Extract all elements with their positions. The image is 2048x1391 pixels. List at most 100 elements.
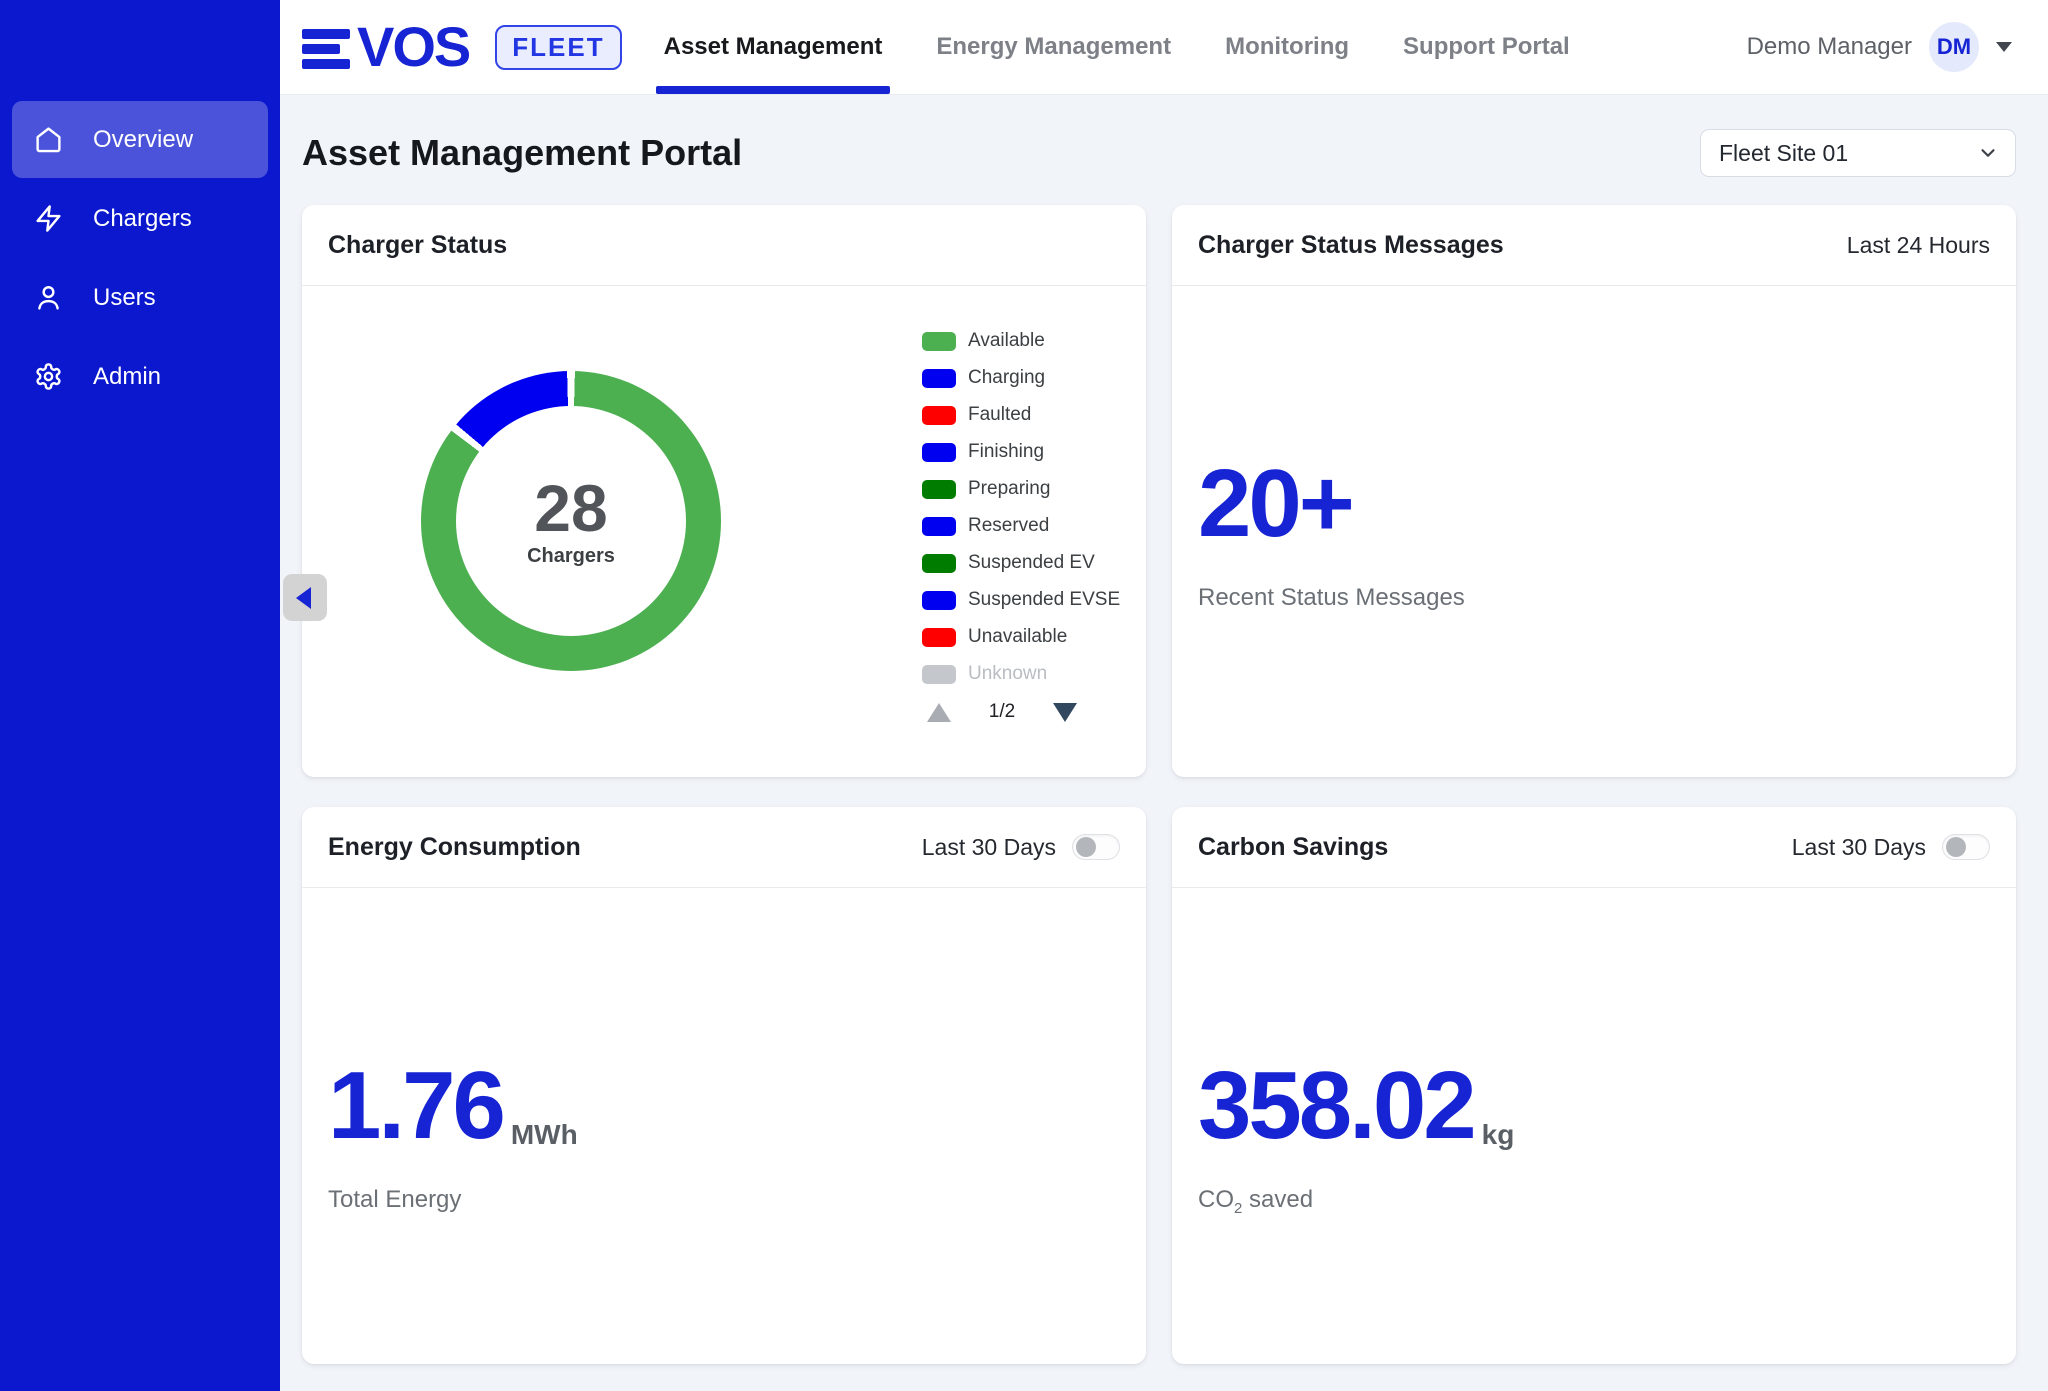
legend-item-unavailable[interactable]: Unavailable	[922, 627, 1120, 647]
card-header: Carbon Savings Last 30 Days	[1172, 807, 2016, 888]
user-name: Demo Manager	[1747, 33, 1912, 61]
legend-label: Available	[968, 330, 1045, 352]
nav-tab-label: Support Portal	[1403, 33, 1570, 61]
legend-swatch	[922, 517, 956, 536]
status-messages-value: 20+	[1198, 456, 1465, 552]
energy-consumption-card: Energy Consumption Last 30 Days 1.76MWh …	[302, 807, 1146, 1364]
legend-item-available[interactable]: Available	[922, 331, 1120, 351]
evos-logo-e-bars	[302, 26, 350, 69]
toggle-knob	[1946, 837, 1966, 857]
page-content: Asset Management Portal Fleet Site 01 Ch…	[280, 95, 2048, 1364]
legend-item-suspended-evse[interactable]: Suspended EVSE	[922, 590, 1120, 610]
legend-swatch	[922, 591, 956, 610]
evos-logo: VOS	[302, 19, 469, 75]
legend-label: Unavailable	[968, 626, 1067, 648]
app-root: Overview Chargers Users Admin VOS FLEET …	[0, 0, 2048, 1391]
legend-label: Finishing	[968, 441, 1044, 463]
user-menu[interactable]: Demo Manager DM	[1747, 22, 2012, 72]
page-header-row: Asset Management Portal Fleet Site 01	[302, 129, 2016, 177]
energy-value: 1.76MWh	[328, 1058, 578, 1154]
legend-pager: 1/2	[927, 701, 1077, 723]
status-messages-stat: 20+ Recent Status Messages	[1198, 456, 1465, 612]
chevron-down-icon	[1977, 142, 1999, 164]
nav-tab-asset-management[interactable]: Asset Management	[656, 0, 891, 94]
nav-tab-monitoring[interactable]: Monitoring	[1217, 0, 1357, 94]
card-meta-group: Last 30 Days	[922, 834, 1120, 861]
fleet-badge: FLEET	[495, 25, 621, 70]
page-title: Asset Management Portal	[302, 132, 742, 174]
card-header: Charger Status	[302, 205, 1146, 286]
legend-item-preparing[interactable]: Preparing	[922, 479, 1120, 499]
carbon-value: 358.02kg	[1198, 1058, 1514, 1154]
legend-label: Faulted	[968, 404, 1031, 426]
legend-item-charging[interactable]: Charging	[922, 368, 1120, 388]
sidebar-item-overview[interactable]: Overview	[12, 101, 268, 178]
pager-down-icon[interactable]	[1053, 703, 1077, 722]
legend-swatch	[922, 628, 956, 647]
card-title: Carbon Savings	[1198, 833, 1388, 862]
nav-tab-label: Monitoring	[1225, 33, 1349, 61]
status-messages-body: 20+ Recent Status Messages	[1172, 286, 2016, 777]
site-selector-value: Fleet Site 01	[1719, 140, 1848, 167]
carbon-caption-sub: 2	[1234, 1200, 1242, 1217]
evos-logo-text: VOS	[357, 19, 469, 75]
pager-label: 1/2	[989, 701, 1015, 723]
charger-status-messages-card: Charger Status Messages Last 24 Hours 20…	[1172, 205, 2016, 777]
card-header: Charger Status Messages Last 24 Hours	[1172, 205, 2016, 286]
sidebar-item-label: Chargers	[93, 205, 192, 233]
sidebar: Overview Chargers Users Admin	[0, 0, 280, 1391]
legend-swatch	[922, 406, 956, 425]
site-selector-dropdown[interactable]: Fleet Site 01	[1700, 129, 2016, 177]
donut-total-value: 28	[534, 475, 607, 541]
main-area: VOS FLEET Asset Management Energy Manage…	[280, 0, 2048, 1391]
home-icon	[34, 125, 63, 154]
user-icon	[34, 283, 63, 312]
legend-item-faulted[interactable]: Faulted	[922, 405, 1120, 425]
zap-icon	[34, 204, 63, 233]
sidebar-item-label: Overview	[93, 126, 193, 154]
charger-status-donut: 28 Chargers	[421, 371, 721, 671]
top-navigation-bar: VOS FLEET Asset Management Energy Manage…	[280, 0, 2048, 95]
carbon-caption-prefix: CO	[1198, 1186, 1234, 1213]
legend-item-finishing[interactable]: Finishing	[922, 442, 1120, 462]
toggle-knob	[1076, 837, 1096, 857]
carbon-stat: 358.02kg CO2 saved	[1198, 1058, 1514, 1217]
legend-label: Charging	[968, 367, 1045, 389]
legend-label: Preparing	[968, 478, 1050, 500]
legend-item-reserved[interactable]: Reserved	[922, 516, 1120, 536]
sidebar-item-admin[interactable]: Admin	[12, 338, 268, 415]
legend-item-suspended-ev[interactable]: Suspended EV	[922, 553, 1120, 573]
nav-tab-energy-management[interactable]: Energy Management	[928, 0, 1179, 94]
sidebar-item-chargers[interactable]: Chargers	[12, 180, 268, 257]
legend-swatch	[922, 554, 956, 573]
card-title: Charger Status	[328, 231, 507, 260]
energy-body: 1.76MWh Total Energy	[302, 888, 1146, 1364]
chevron-down-icon[interactable]	[1996, 42, 2012, 52]
period-toggle[interactable]	[1942, 834, 1990, 860]
card-title: Energy Consumption	[328, 833, 581, 862]
chevron-left-icon	[296, 587, 311, 609]
gear-icon	[34, 362, 63, 391]
legend-label: Reserved	[968, 515, 1049, 537]
legend-swatch	[922, 443, 956, 462]
dashboard-grid: Charger Status 28 Chargers A	[302, 205, 2016, 1364]
energy-number: 1.76	[328, 1052, 503, 1159]
avatar[interactable]: DM	[1929, 22, 1979, 72]
card-title: Charger Status Messages	[1198, 231, 1504, 260]
nav-tab-support-portal[interactable]: Support Portal	[1395, 0, 1578, 94]
legend-swatch	[922, 480, 956, 499]
nav-tab-label: Asset Management	[664, 33, 883, 61]
card-meta: Last 30 Days	[1792, 834, 1926, 861]
donut-total-label: Chargers	[527, 545, 615, 568]
pager-up-icon[interactable]	[927, 703, 951, 722]
legend-item-unknown[interactable]: Unknown	[922, 664, 1120, 684]
top-nav: Asset Management Energy Management Monit…	[656, 0, 1578, 94]
legend-swatch	[922, 332, 956, 351]
legend-label: Unknown	[968, 663, 1047, 685]
energy-stat: 1.76MWh Total Energy	[328, 1058, 578, 1214]
sidebar-collapse-button[interactable]	[283, 574, 327, 621]
sidebar-item-users[interactable]: Users	[12, 259, 268, 336]
carbon-unit: kg	[1482, 1121, 1515, 1149]
period-toggle[interactable]	[1072, 834, 1120, 860]
energy-caption: Total Energy	[328, 1186, 578, 1214]
